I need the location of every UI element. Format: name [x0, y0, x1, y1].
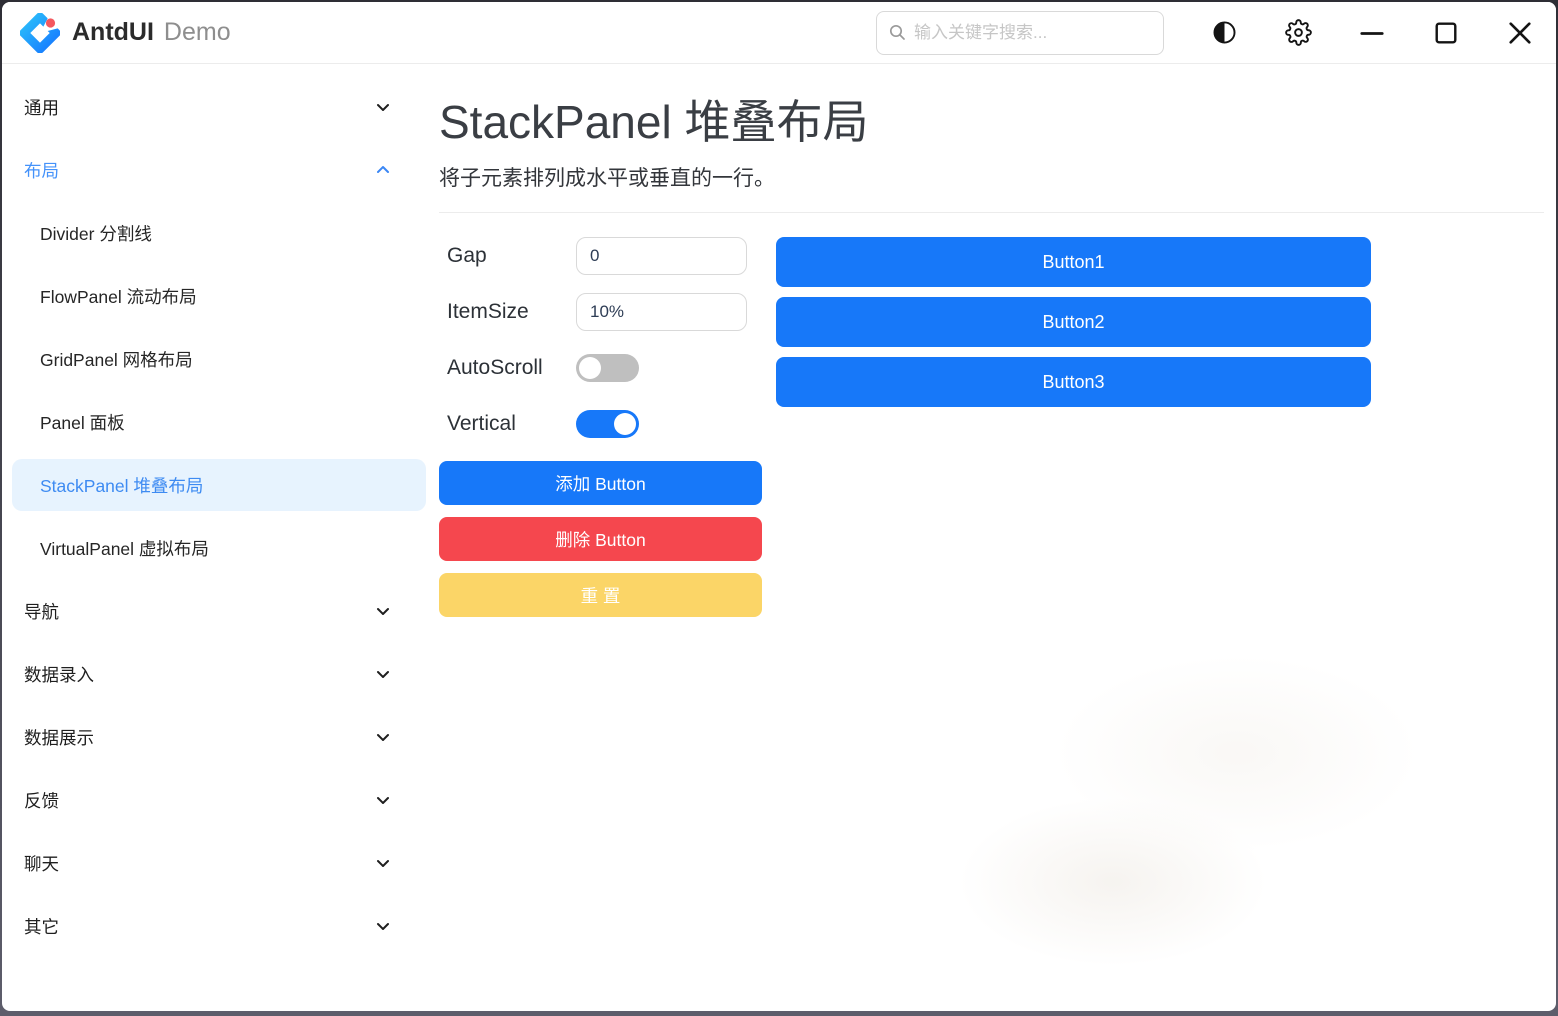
sidebar-group-general[interactable]: 通用: [12, 81, 426, 133]
toggle-knob: [614, 413, 636, 435]
itemsize-control-row: ItemSize: [439, 293, 762, 331]
sidebar-item-divider[interactable]: Divider 分割线: [12, 207, 426, 259]
sidebar-item-label: StackPanel 堆叠布局: [40, 473, 203, 498]
app-window: AntdUI Demo: [2, 2, 1556, 1011]
stack-button-1[interactable]: Button1: [776, 237, 1371, 287]
autoscroll-toggle[interactable]: [576, 354, 639, 382]
stack-button-2[interactable]: Button2: [776, 297, 1371, 347]
sidebar-item-virtualpanel[interactable]: VirtualPanel 虚拟布局: [12, 522, 426, 574]
sidebar-group-layout[interactable]: 布局: [12, 144, 426, 196]
autoscroll-control-row: AutoScroll: [439, 349, 762, 387]
main-content: StackPanel 堆叠布局 将子元素排列成水平或垂直的一行。 Gap Ite…: [432, 64, 1556, 1011]
chevron-down-icon: [374, 98, 392, 116]
page-title: StackPanel 堆叠布局: [439, 86, 1544, 152]
sidebar-group-navigation[interactable]: 导航: [12, 585, 426, 637]
stack-button-3[interactable]: Button3: [776, 357, 1371, 407]
settings-button[interactable]: [1284, 19, 1312, 47]
chevron-down-icon: [374, 917, 392, 935]
minimize-button[interactable]: [1358, 19, 1386, 47]
sidebar: 通用 布局 Divider 分割线 FlowPanel 流动布局 GridPan…: [2, 64, 432, 1011]
sidebar-group-feedback[interactable]: 反馈: [12, 774, 426, 826]
minimize-icon: [1359, 20, 1385, 46]
controls-column: Gap ItemSize AutoScroll Vertical: [439, 237, 762, 617]
sidebar-item-label: GridPanel 网格布局: [40, 347, 193, 372]
vertical-control-row: Vertical: [439, 405, 762, 443]
divider: [439, 212, 1544, 213]
sidebar-item-stackpanel[interactable]: StackPanel 堆叠布局: [12, 459, 426, 511]
sidebar-item-label: Panel 面板: [40, 410, 125, 435]
app-logo-icon: [20, 13, 60, 53]
sidebar-group-label: 聊天: [24, 851, 59, 876]
chevron-down-icon: [374, 728, 392, 746]
autoscroll-label: AutoScroll: [439, 356, 576, 380]
sidebar-group-label: 数据展示: [24, 725, 94, 750]
sidebar-group-data-display[interactable]: 数据展示: [12, 711, 426, 763]
gap-input[interactable]: [576, 237, 747, 275]
delete-button[interactable]: 删除 Button: [439, 517, 762, 561]
gap-label: Gap: [439, 244, 576, 268]
chevron-down-icon: [374, 665, 392, 683]
close-icon: [1507, 20, 1533, 46]
sidebar-group-label: 通用: [24, 95, 59, 120]
stackpanel-demo-area: Button1 Button2 Button3: [776, 237, 1371, 417]
sidebar-item-flowpanel[interactable]: FlowPanel 流动布局: [12, 270, 426, 322]
sidebar-group-label: 其它: [24, 914, 59, 939]
sidebar-item-panel[interactable]: Panel 面板: [12, 396, 426, 448]
sidebar-item-label: VirtualPanel 虚拟布局: [40, 536, 209, 561]
gap-control-row: Gap: [439, 237, 762, 275]
search-input[interactable]: [914, 23, 1151, 43]
page-subtitle: 将子元素排列成水平或垂直的一行。: [439, 162, 1544, 192]
sidebar-group-label: 布局: [24, 158, 59, 183]
sidebar-item-gridpanel[interactable]: GridPanel 网格布局: [12, 333, 426, 385]
app-title-suffix: Demo: [164, 18, 231, 47]
gear-icon: [1285, 19, 1312, 46]
chevron-down-icon: [374, 602, 392, 620]
contrast-icon: [1211, 19, 1238, 46]
chevron-down-icon: [374, 791, 392, 809]
sidebar-group-chat[interactable]: 聊天: [12, 837, 426, 889]
titlebar: AntdUI Demo: [2, 2, 1556, 64]
sidebar-group-label: 数据录入: [24, 662, 94, 687]
vertical-toggle[interactable]: [576, 410, 639, 438]
itemsize-label: ItemSize: [439, 300, 576, 324]
add-button[interactable]: 添加 Button: [439, 461, 762, 505]
chevron-up-icon: [374, 161, 392, 179]
chevron-down-icon: [374, 854, 392, 872]
reset-button[interactable]: 重 置: [439, 573, 762, 617]
theme-toggle-button[interactable]: [1210, 19, 1238, 47]
search-box[interactable]: [876, 11, 1164, 55]
app-title: AntdUI: [72, 18, 154, 47]
sidebar-group-label: 导航: [24, 599, 59, 624]
close-button[interactable]: [1506, 19, 1534, 47]
sidebar-item-label: FlowPanel 流动布局: [40, 284, 197, 309]
sidebar-group-other[interactable]: 其它: [12, 900, 426, 952]
search-icon: [889, 24, 906, 41]
vertical-label: Vertical: [439, 412, 576, 436]
sidebar-item-label: Divider 分割线: [40, 221, 152, 246]
toggle-knob: [579, 357, 601, 379]
sidebar-group-data-entry[interactable]: 数据录入: [12, 648, 426, 700]
sidebar-group-label: 反馈: [24, 788, 59, 813]
titlebar-actions: [1210, 19, 1534, 47]
maximize-icon: [1433, 20, 1459, 46]
itemsize-input[interactable]: [576, 293, 747, 331]
maximize-button[interactable]: [1432, 19, 1460, 47]
